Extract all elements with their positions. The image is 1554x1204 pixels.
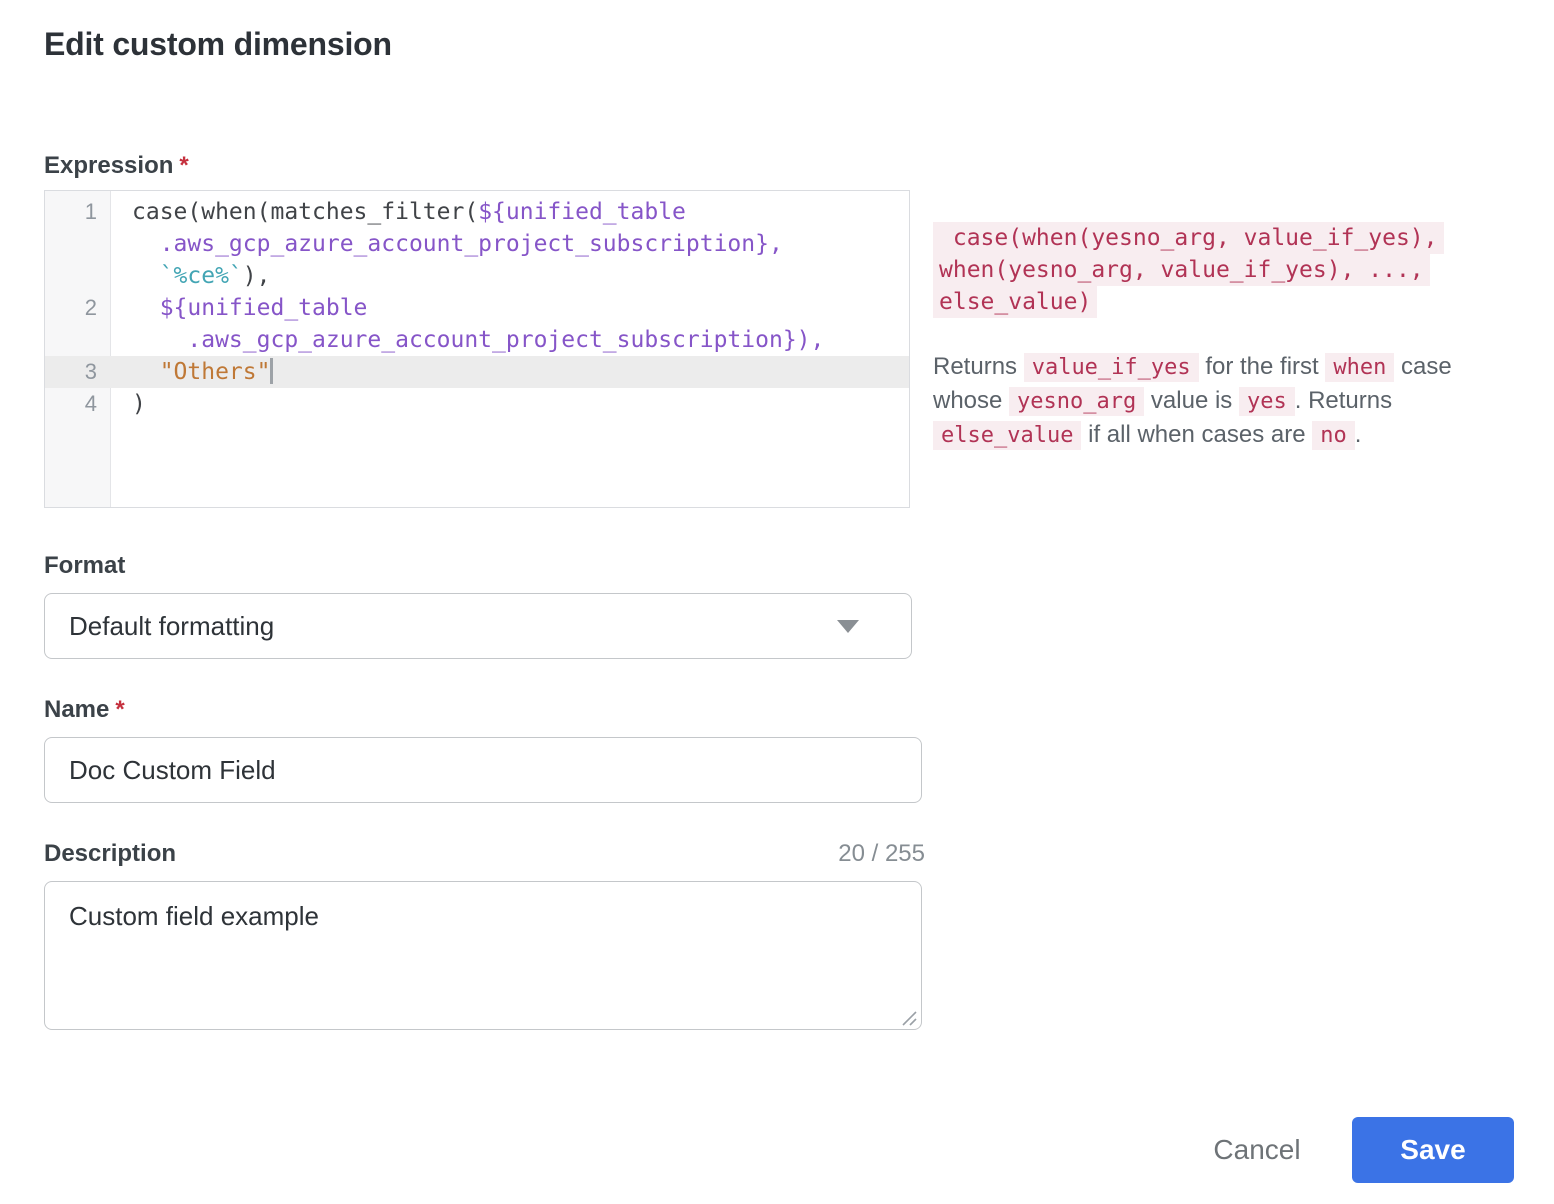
code-line-1-wrap-1[interactable]: .aws_gcp_azure_account_project_subscript…	[45, 228, 909, 260]
code-text: case(when(matches_filter(${unified_table	[111, 196, 909, 228]
code-line-1-wrap-2[interactable]: `%ce%`),	[45, 260, 909, 292]
description-label: Description	[44, 840, 176, 868]
code-text: "Others"	[111, 356, 909, 388]
name-label: Name*	[44, 696, 125, 724]
code-text: ${unified_table	[111, 292, 909, 324]
format-select[interactable]: Default formatting	[44, 593, 912, 659]
code-text: .aws_gcp_azure_account_project_subscript…	[111, 324, 909, 356]
format-label: Format	[44, 552, 125, 580]
code-text: )	[111, 388, 909, 420]
code-text: `%ce%`),	[111, 260, 909, 292]
code-chip: yesno_arg	[1009, 387, 1144, 416]
code-chip: value_if_yes	[1024, 353, 1199, 382]
expression-label: Expression*	[44, 152, 189, 180]
line-number: 4	[45, 388, 111, 420]
save-button[interactable]: Save	[1352, 1117, 1514, 1183]
name-label-text: Name	[44, 696, 109, 723]
cancel-button[interactable]: Cancel	[1178, 1124, 1336, 1176]
edit-custom-dimension-dialog: Edit custom dimension Expression* 1 case…	[0, 0, 1554, 1204]
signature-line: case(when(yesno_arg, value_if_yes),	[933, 222, 1444, 254]
function-signature: case(when(yesno_arg, value_if_yes), when…	[933, 222, 1461, 318]
required-asterisk: *	[115, 696, 124, 723]
character-counter: 20 / 255	[838, 840, 925, 868]
line-number	[45, 324, 111, 356]
code-chip: else_value	[933, 421, 1081, 450]
signature-line: else_value)	[933, 286, 1097, 318]
name-input[interactable]	[44, 737, 922, 803]
signature-line: when(yesno_arg, value_if_yes), ...,	[933, 254, 1430, 286]
expression-label-text: Expression	[44, 152, 173, 179]
text-cursor	[270, 358, 273, 384]
code-chip: when	[1325, 353, 1394, 382]
required-asterisk: *	[179, 152, 188, 179]
chevron-down-icon	[837, 620, 859, 633]
code-line-4[interactable]: 4 )	[45, 388, 909, 420]
editor-rows: 1 case(when(matches_filter(${unified_tab…	[45, 196, 909, 420]
line-number	[45, 228, 111, 260]
code-line-3-active[interactable]: 3 "Others"	[45, 356, 909, 388]
function-help-panel: case(when(yesno_arg, value_if_yes), when…	[933, 222, 1461, 452]
code-text: .aws_gcp_azure_account_project_subscript…	[111, 228, 909, 260]
code-chip: no	[1312, 421, 1355, 450]
line-number: 1	[45, 196, 111, 228]
code-line-2[interactable]: 2 ${unified_table	[45, 292, 909, 324]
description-header: Description 20 / 255	[44, 840, 925, 868]
expression-code-editor[interactable]: 1 case(when(matches_filter(${unified_tab…	[44, 190, 910, 508]
format-select-value: Default formatting	[69, 611, 837, 642]
code-line-1[interactable]: 1 case(when(matches_filter(${unified_tab…	[45, 196, 909, 228]
line-number	[45, 260, 111, 292]
page-title: Edit custom dimension	[44, 26, 392, 63]
function-description: Returns value_if_yes for the first when …	[933, 350, 1461, 452]
code-chip: yes	[1239, 387, 1295, 416]
code-line-2-wrap-1[interactable]: .aws_gcp_azure_account_project_subscript…	[45, 324, 909, 356]
description-textarea[interactable]: Custom field example	[44, 881, 922, 1030]
line-number: 3	[45, 356, 111, 388]
line-number: 2	[45, 292, 111, 324]
